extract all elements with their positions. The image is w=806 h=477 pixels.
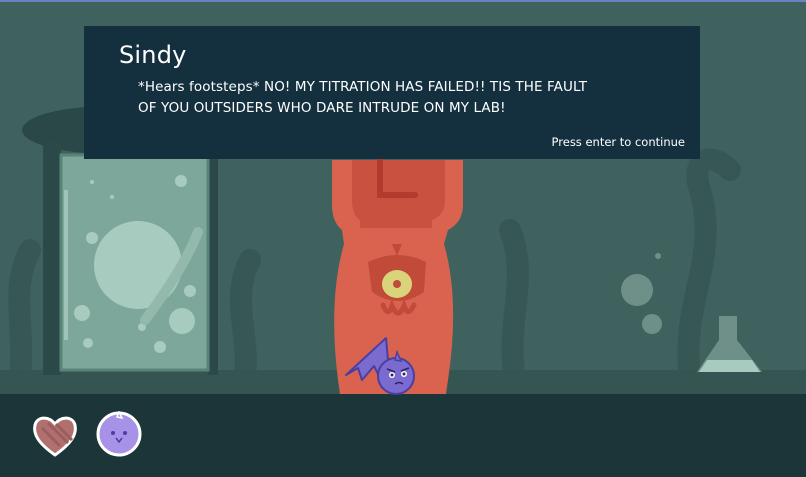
bat-companion-icon (96, 411, 142, 457)
speaker-name: Sindy (119, 41, 187, 69)
dialog-box[interactable]: Sindy *Hears footsteps* NO! MY TITRATION… (84, 26, 700, 159)
continue-prompt: Press enter to continue (551, 135, 685, 149)
heart-icon (33, 416, 77, 457)
dialog-text-line: OF YOU OUTSIDERS WHO DARE INTRUDE ON MY … (138, 100, 506, 116)
dialog-text-line: *Hears footsteps* NO! MY TITRATION HAS F… (138, 79, 588, 95)
